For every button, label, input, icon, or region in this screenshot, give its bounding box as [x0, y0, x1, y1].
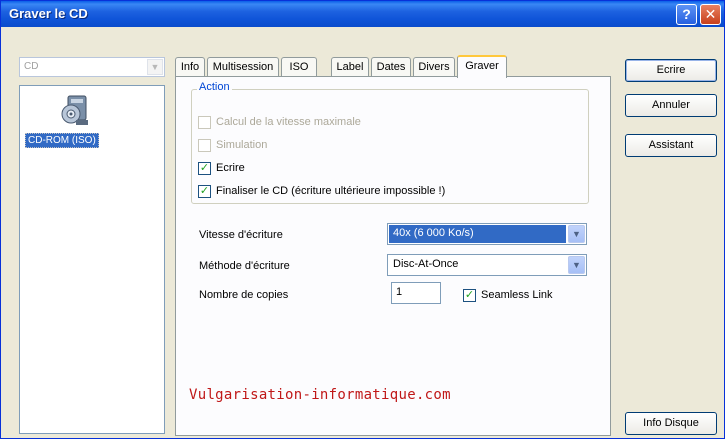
simulation-checkbox	[198, 139, 211, 152]
device-combo-value: CD	[24, 61, 39, 72]
seamless-link-label: Seamless Link	[481, 289, 553, 301]
write-checkbox[interactable]: ✓	[198, 162, 211, 175]
burn-cd-dialog: Graver le CD ? ✕ CD ▼ CD-ROM (ISO) Info …	[0, 0, 725, 439]
tab-graver[interactable]: Graver	[457, 55, 507, 78]
write-button[interactable]: Ecrire	[625, 59, 717, 82]
write-label: Ecrire	[216, 162, 245, 174]
disc-info-button[interactable]: Info Disque	[625, 412, 717, 435]
tab-divers[interactable]: Divers	[413, 57, 455, 77]
tab-dates[interactable]: Dates	[371, 57, 411, 77]
wizard-button[interactable]: Assistant	[625, 134, 717, 157]
window-title: Graver le CD	[9, 6, 88, 21]
title-bar: Graver le CD ? ✕	[1, 1, 724, 27]
list-item-cd-rom[interactable]: CD-ROM (ISO)	[25, 133, 99, 148]
watermark-text: Vulgarisation-informatique.com	[189, 387, 451, 403]
max-speed-label: Calcul de la vitesse maximale	[216, 116, 361, 128]
compilation-list[interactable]: CD-ROM (ISO)	[19, 85, 165, 434]
seamless-link-checkbox[interactable]: ✓	[463, 289, 476, 302]
device-combo[interactable]: CD ▼	[19, 57, 165, 77]
max-speed-checkbox	[198, 116, 211, 129]
speed-select[interactable]: 40x (6 000 Ko/s) ▼	[387, 223, 587, 245]
chevron-down-icon[interactable]: ▼	[568, 225, 585, 243]
cancel-button[interactable]: Annuler	[625, 94, 717, 117]
tab-iso[interactable]: ISO	[281, 57, 317, 77]
tab-info[interactable]: Info	[175, 57, 205, 77]
chevron-down-icon[interactable]: ▼	[568, 256, 585, 274]
copies-input[interactable]: 1	[391, 282, 441, 304]
tab-label[interactable]: Label	[331, 57, 369, 77]
speed-label: Vitesse d'écriture	[199, 229, 283, 241]
speed-value: 40x (6 000 Ko/s)	[389, 225, 566, 243]
chevron-down-icon[interactable]: ▼	[147, 59, 163, 75]
cd-drive-icon	[61, 95, 88, 125]
method-label: Méthode d'écriture	[199, 260, 290, 272]
copies-label: Nombre de copies	[199, 289, 289, 301]
tab-multisession[interactable]: Multisession	[207, 57, 279, 77]
simulation-label: Simulation	[216, 139, 268, 151]
action-group-title: Action	[197, 81, 232, 93]
method-value: Disc-At-Once	[393, 258, 459, 270]
finalize-checkbox[interactable]: ✓	[198, 185, 211, 198]
finalize-label: Finaliser le CD (écriture ultérieure imp…	[216, 185, 446, 197]
method-select[interactable]: Disc-At-Once ▼	[387, 254, 587, 276]
help-button[interactable]: ?	[676, 4, 697, 25]
close-button[interactable]: ✕	[700, 4, 721, 25]
